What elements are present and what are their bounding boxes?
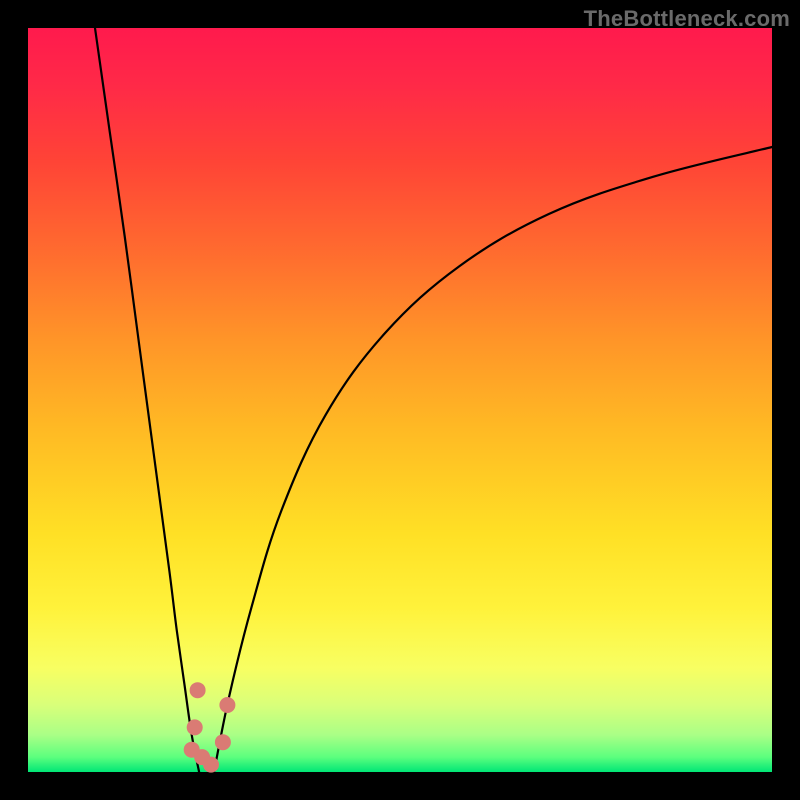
chart-svg	[28, 28, 772, 772]
data-marker	[203, 757, 219, 773]
chart-frame	[28, 28, 772, 772]
data-marker	[190, 682, 206, 698]
data-marker	[187, 719, 203, 735]
data-marker	[219, 697, 235, 713]
marker-group	[184, 682, 236, 772]
watermark-text: TheBottleneck.com	[584, 6, 790, 32]
data-marker	[215, 734, 231, 750]
curve-right-branch	[214, 147, 772, 772]
curve-left-branch	[95, 28, 199, 772]
